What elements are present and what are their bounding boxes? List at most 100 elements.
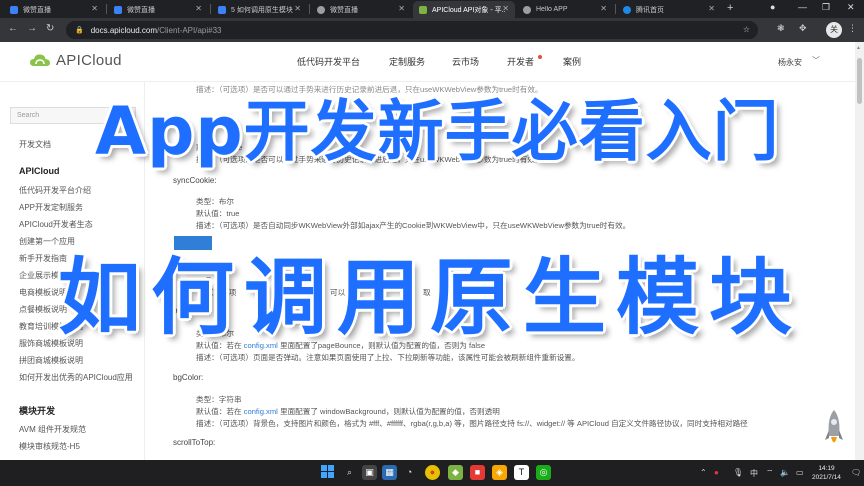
clock[interactable]: 14:19 2021/7/14 [812,464,841,482]
param-name: scrollToTop: [173,438,216,447]
nav-custom-service[interactable]: 定制服务 [389,55,425,68]
profile-avatar[interactable]: 关 [826,22,842,38]
circle-app-icon[interactable]: ◔ [402,465,417,480]
logo-text: APICloud [56,52,122,69]
sidebar-item[interactable]: APP开发定制服务 [19,202,83,213]
tab-title: 微赞直播 [127,6,155,14]
site-logo[interactable]: APICloud [30,52,122,69]
tab-search-icon[interactable]: ● [770,2,775,12]
notes-app-icon[interactable]: ◈ [492,465,507,480]
tab-title: 微赞直播 [330,6,358,14]
scroll-up-icon[interactable]: ▲ [856,45,861,51]
site-header: APICloud 低代码开发平台 定制服务 云市场 开发者 案例 杨永安 ﹀ [0,42,855,82]
tab-4-active[interactable]: APICloud API对象 - 平... ✕ [413,1,515,18]
tab-title: 微赞直播 [23,6,51,14]
param-name: syncCookie: [173,176,217,185]
windows-taskbar: ⌕ ▣ ▦ ◔ ● ◆ ■ ◈ T ◎ ⌃ ● 🎙 中 ⌔ 🔈 ▭ 14:19 … [0,460,864,486]
forward-icon[interactable]: → [27,23,37,34]
close-icon[interactable]: ✕ [600,4,607,13]
scroll-thumb[interactable] [857,58,862,104]
battery-icon[interactable]: ▭ [796,468,804,477]
close-icon[interactable]: ✕ [91,4,98,13]
tray-mic-icon[interactable]: 🎙 [733,468,743,477]
page-scrollbar[interactable]: ▲ [855,42,864,460]
menu-dots-icon[interactable]: ⋮ [848,23,857,34]
close-icon[interactable]: ✕ [708,4,715,13]
notification-icon[interactable]: 🗨 [851,468,861,477]
tab-2[interactable]: 5 如何调用原生模块 ✕ [212,1,307,18]
tab-favicon [419,5,427,14]
sidebar-item[interactable]: 低代码开发平台介绍 [19,185,91,196]
nav-cases[interactable]: 案例 [563,55,581,68]
close-icon[interactable]: ✕ [398,4,405,13]
task-view-icon[interactable]: ▣ [362,465,377,480]
url-path: /Client-API/api#33 [156,25,222,35]
bookmark-star-icon[interactable]: ☆ [743,25,750,34]
clock-date: 2021/7/14 [812,474,841,481]
tab-title: 腾讯首页 [636,6,664,14]
param-desc: 描述：（可选项）页面是否弹动。注意如果页面使用了上拉、下拉刷新等功能，该属性可能… [196,353,580,362]
tray-overflow-icon[interactable]: ⌃ [700,468,707,477]
new-tab-button[interactable]: + [727,2,733,14]
tab-favicon [114,5,122,14]
url-host: docs.apicloud.com [90,25,157,35]
tab-1[interactable]: 微赞直播 ✕ [108,1,208,18]
puzzle-icon[interactable]: ✥ [799,23,807,34]
sidebar-item[interactable]: APICloud开发者生态 [19,219,93,230]
tab-favicon [10,5,18,14]
tab-favicon [218,5,226,14]
wechat-icon[interactable]: ◎ [536,465,551,480]
back-to-top-rocket-icon[interactable] [825,410,843,448]
param-type: 类型：字符串 [196,395,242,404]
nav-lowcode[interactable]: 低代码开发平台 [297,55,360,68]
back-icon[interactable]: ← [8,23,18,34]
tab-0[interactable]: 微赞直播 ✕ [4,1,104,18]
tab-5[interactable]: Hello APP ✕ [517,1,613,18]
sidebar-item[interactable]: 模块审核规范-H5 [19,441,80,452]
camera-app-icon[interactable]: ■ [470,465,485,480]
clock-time: 14:19 [818,465,835,472]
tab-favicon [317,5,325,14]
notification-dot [538,55,542,59]
close-icon[interactable]: ✕ [502,4,509,13]
tab-favicon [623,5,631,14]
param-default: 默认值：若在 config.xml 里面配置了 windowBackground… [196,407,500,416]
nav-market[interactable]: 云市场 [452,55,479,68]
sidebar-section-modules: 模块开发 [19,406,56,416]
sidebar-section-apicloud: APICloud [19,166,60,176]
reload-icon[interactable]: ↻ [46,23,54,34]
param-default: 默认值：true [196,209,240,218]
volume-icon[interactable]: 🔈 [780,468,790,477]
config-link[interactable]: config.xml [244,407,278,416]
tab-6[interactable]: 腾讯首页 ✕ [617,1,721,18]
minimize-icon[interactable]: — [798,2,807,12]
wifi-icon[interactable]: ⌔ [766,468,774,478]
tray-app-icon[interactable]: ● [714,468,719,477]
param-name: bgColor: [173,373,204,382]
tab-favicon [523,5,531,14]
overlay-title-mid: 如何调用原生模块 [58,249,802,346]
tab-title: Hello APP [536,6,568,13]
user-name[interactable]: 杨永安 [778,57,802,68]
windows-start-icon[interactable] [320,465,335,480]
lock-icon: 🔒 [75,27,84,34]
search-icon[interactable]: ⌕ [342,465,357,480]
extension-icon[interactable]: ❃ [777,23,785,34]
chrome-icon[interactable]: ● [425,465,440,480]
close-window-icon[interactable]: ✕ [847,2,855,13]
address-bar[interactable]: 🔒 docs.apicloud.com /Client-API/api#33 ☆ [66,21,758,39]
text-app-icon[interactable]: T [514,465,529,480]
sidebar-item[interactable]: 拼团商城模板说明 [19,355,83,366]
tab-3[interactable]: 微赞直播 ✕ [311,1,411,18]
widgets-icon[interactable]: ▦ [382,465,397,480]
sidebar-docs-link[interactable]: 开发文档 [19,139,51,150]
ime-indicator[interactable]: 中 [750,468,758,479]
nav-developer[interactable]: 开发者 [507,55,534,68]
chevron-down-icon[interactable]: ﹀ [812,55,820,66]
apicloud-studio-icon[interactable]: ◆ [448,465,463,480]
maximize-icon[interactable]: ❐ [822,2,830,13]
close-icon[interactable]: ✕ [195,4,202,13]
sidebar-item[interactable]: 如何开发出优秀的APICloud应用 [19,372,133,383]
sidebar-item[interactable]: AVM 组件开发规范 [19,424,86,435]
close-icon[interactable]: ✕ [294,4,301,13]
